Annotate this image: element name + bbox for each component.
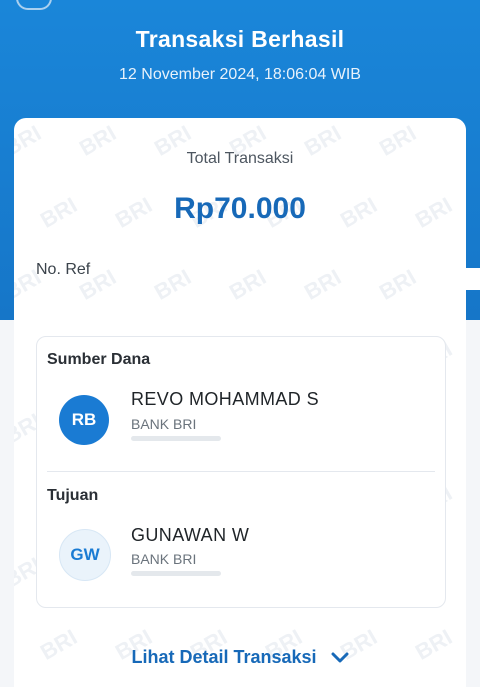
source-avatar: RB bbox=[59, 395, 109, 445]
destination-account-name: GUNAWAN W bbox=[131, 525, 250, 545]
total-label: Total Transaksi bbox=[186, 150, 294, 167]
source-section-label: Sumber Dana bbox=[47, 351, 151, 368]
page-title: Transaksi Berhasil bbox=[135, 26, 345, 52]
chevron-down-icon bbox=[331, 652, 349, 662]
view-details-label: Lihat Detail Transaksi bbox=[131, 647, 317, 667]
account-details-box: Sumber Dana RB REVO MOHAMMAD S BANK BRI … bbox=[36, 336, 446, 608]
watermark-logo: BRI bbox=[375, 264, 421, 305]
source-account-name: REVO MOHAMMAD S bbox=[131, 389, 320, 409]
transaction-datetime: 12 November 2024, 18:06:04 WIB bbox=[119, 66, 361, 83]
destination-section-label: Tujuan bbox=[47, 487, 99, 504]
destination-account-number-masked bbox=[131, 571, 221, 576]
reference-label: No. Ref bbox=[36, 261, 91, 278]
total-amount: Rp70.000 bbox=[174, 192, 306, 225]
watermark-logo: BRI bbox=[300, 264, 346, 305]
watermark-logo: BRI bbox=[225, 264, 271, 305]
source-account-number-masked bbox=[131, 436, 221, 441]
card-edge-decoration bbox=[466, 268, 480, 290]
section-divider bbox=[47, 471, 435, 472]
destination-bank-name: BANK BRI bbox=[131, 551, 197, 567]
destination-avatar: GW bbox=[59, 529, 111, 581]
watermark-logo: BRI bbox=[150, 264, 196, 305]
source-bank-name: BANK BRI bbox=[131, 416, 197, 432]
receipt-card: BRI BRI BRI BRI BRI BRI BRI BRI BRI BRI BRI BRI BRI B… bbox=[14, 118, 466, 687]
view-transaction-details-link[interactable]: Lihat Detail Transaksi bbox=[14, 647, 466, 668]
